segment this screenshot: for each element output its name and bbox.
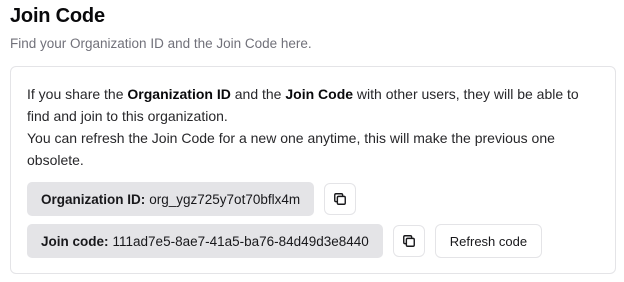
join-code-value: 111ad7e5-8ae7-41a5-ba76-84d49d3e8440 [112,233,369,249]
organization-id-emphasis: Organization ID [127,86,231,102]
refresh-code-button[interactable]: Refresh code [434,224,543,258]
join-code-emphasis: Join Code [285,86,354,102]
copy-organization-id-button[interactable] [324,183,357,215]
page-subtitle: Find your Organization ID and the Join C… [10,36,312,51]
refresh-description: You can refresh the Join Code for a new … [27,130,555,168]
join-code-row: Join code: 111ad7e5-8ae7-41a5-ba76-84d49… [27,224,543,258]
join-code-label: Join code: [41,233,109,249]
join-code-display: Join code: 111ad7e5-8ae7-41a5-ba76-84d49… [27,224,383,258]
copy-icon [334,193,347,205]
organization-id-display: Organization ID: org_ygz725y7ot70bflx4m [27,182,315,216]
description-text: and the [230,86,286,102]
organization-id-label: Organization ID: [41,191,146,207]
organization-id-row: Organization ID: org_ygz725y7ot70bflx4m [27,182,357,216]
join-code-section: Join Code Find your Organization ID and … [0,0,624,282]
copy-join-code-button[interactable] [392,225,425,257]
join-code-card: If you share the Organization ID and the… [10,66,616,274]
organization-id-value: org_ygz725y7ot70bflx4m [149,191,301,207]
copy-icon [402,235,415,247]
description: If you share the Organization ID and the… [27,83,602,171]
description-text: If you share the [27,86,128,102]
page-title: Join Code [10,5,105,27]
